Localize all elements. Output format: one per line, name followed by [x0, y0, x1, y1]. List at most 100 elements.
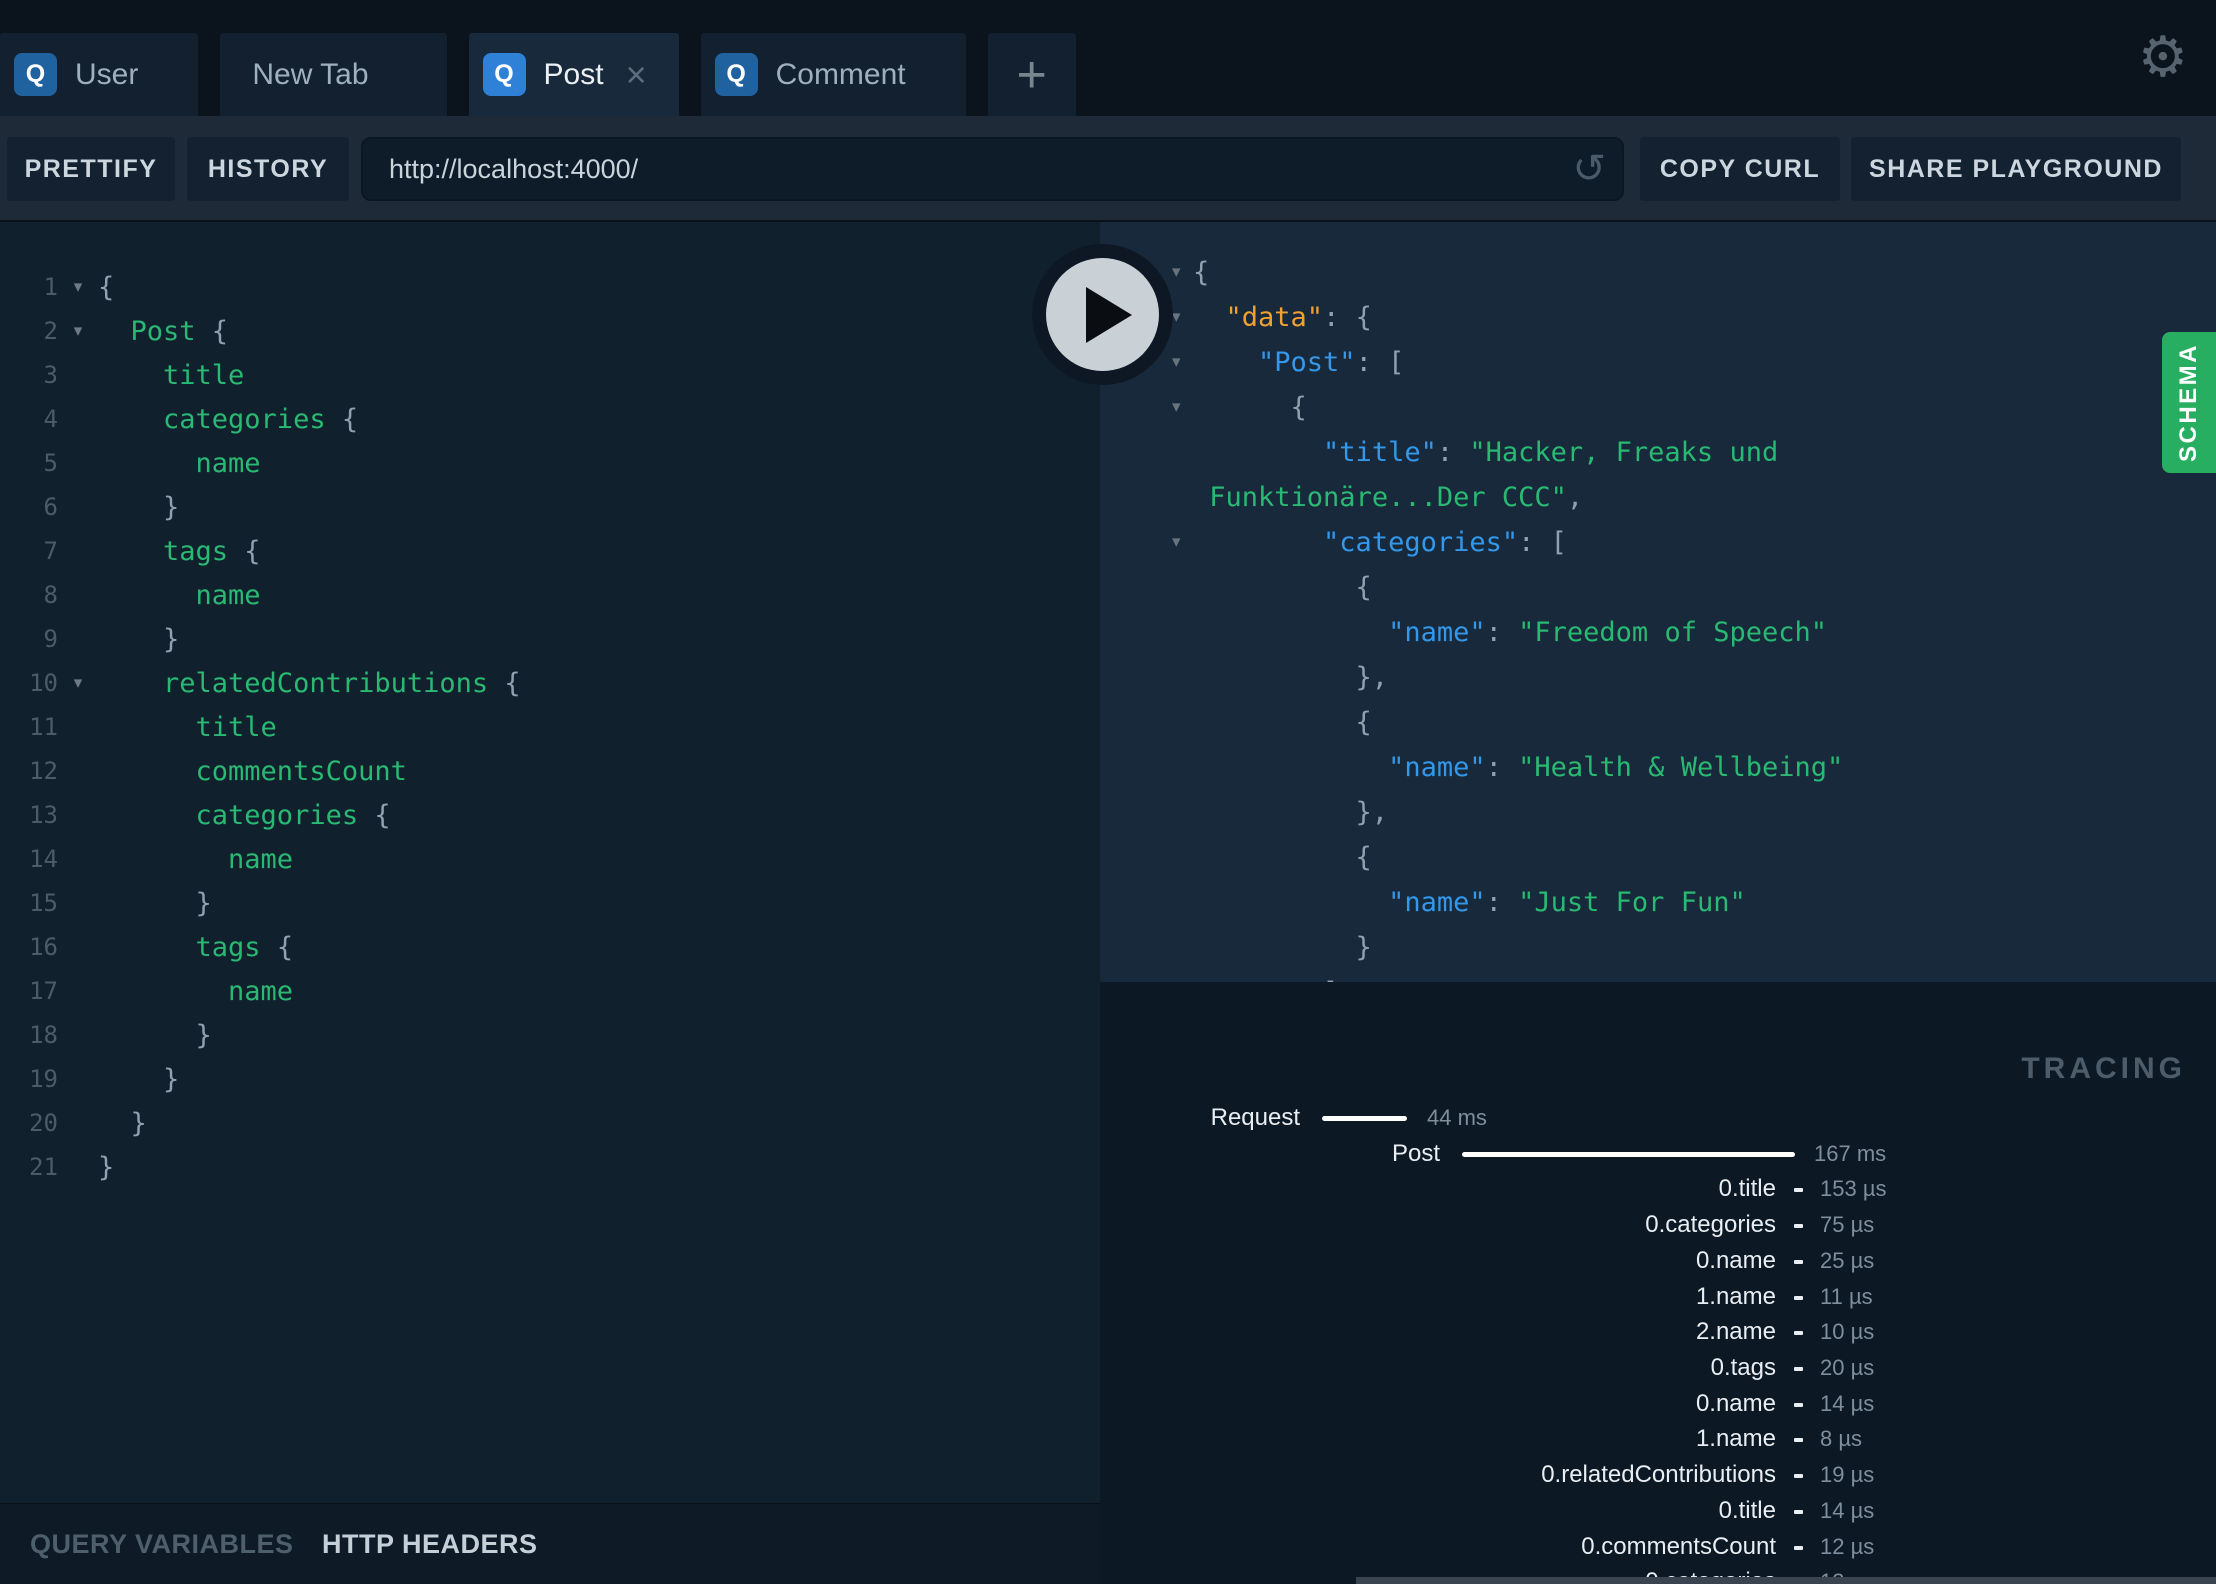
tracing-label: 2.name: [1695, 1318, 1776, 1345]
code-segment: : [: [1518, 527, 1567, 558]
line-number: 17: [29, 977, 58, 1005]
collapse-arrow-icon[interactable]: ▾: [1172, 520, 1181, 565]
line-number: 12: [29, 757, 58, 785]
http-headers-tab[interactable]: HTTP HEADERS: [322, 1504, 538, 1584]
response-line: {: [1100, 700, 2216, 745]
query-badge-icon: Q: [14, 53, 57, 96]
execute-query-button[interactable]: [1032, 244, 1173, 385]
endpoint-url-input[interactable]: [361, 137, 1624, 201]
tracing-duration-dash: [1794, 1510, 1803, 1514]
tracing-label: Request: [1210, 1104, 1300, 1131]
tracing-row: 0.categories 75 µs: [1100, 1207, 2216, 1243]
tracing-row: Post 167 ms: [1100, 1136, 2216, 1172]
tab-new-tab[interactable]: New Tab: [220, 33, 447, 116]
line-number: 19: [29, 1065, 58, 1093]
editor-code: name: [98, 448, 261, 479]
editor-line: 15 }: [0, 881, 1100, 925]
code-segment: categories: [98, 799, 359, 831]
line-number: 6: [43, 493, 58, 521]
tracing-duration: 12 µs: [1820, 1534, 1875, 1559]
code-segment: "Hacker, Freaks und: [1469, 437, 1779, 468]
code-segment: relatedContributions: [98, 667, 489, 699]
line-number: 3: [43, 361, 58, 389]
schema-side-tab[interactable]: SCHEMA: [2162, 332, 2216, 473]
tab-comment[interactable]: Q Comment: [700, 33, 966, 116]
tracing-row: 0.title 153 µs: [1100, 1171, 2216, 1207]
code-segment: :: [1485, 617, 1519, 648]
editor-code: categories {: [98, 404, 358, 435]
editor-code: {: [98, 272, 114, 303]
toolbar: PRETTIFY HISTORY ↺ COPY CURL SHARE PLAYG…: [0, 116, 2216, 222]
editor-line: 4 categories {: [0, 397, 1100, 441]
code-segment: name: [98, 447, 261, 479]
code-segment: }: [98, 623, 180, 655]
add-tab-button[interactable]: +: [987, 33, 1076, 116]
query-variables-tab[interactable]: QUERY VARIABLES: [30, 1504, 294, 1584]
tracing-duration-bar: [1322, 1116, 1407, 1121]
tabs-strip: Q User New Tab Q Post × Q Comment +: [0, 33, 1076, 116]
response-line: ▾ {: [1100, 385, 2216, 430]
code-segment: {: [1193, 842, 1372, 873]
refresh-schema-icon[interactable]: ↺: [1572, 149, 1606, 189]
tracing-duration: 44 ms: [1427, 1105, 1487, 1130]
editor-line: 2 ▾ Post {: [0, 309, 1100, 353]
tracing-duration: 153 µs: [1820, 1176, 1887, 1201]
editor-line: 14 name: [0, 837, 1100, 881]
tracing-duration-dash: [1794, 1331, 1803, 1335]
tracing-duration-bar: [1462, 1152, 1795, 1157]
editor-code: }: [98, 1152, 114, 1183]
code-segment: {: [358, 799, 391, 831]
code-segment: tags: [98, 535, 229, 567]
editor-line: 1 ▾{: [0, 265, 1100, 309]
editor-line: 6 }: [0, 485, 1100, 529]
settings-gear-icon[interactable]: ⚙: [2138, 30, 2188, 86]
editor-line: 19 }: [0, 1057, 1100, 1101]
code-segment: }: [1193, 932, 1372, 963]
editor-bottom-bar: QUERY VARIABLES HTTP HEADERS: [0, 1503, 1100, 1584]
fold-caret-icon[interactable]: ▾: [58, 321, 98, 341]
tracing-duration: 19 µs: [1820, 1462, 1875, 1487]
response-viewer: ▾{▾ "data": {▾ "Post": [▾ { "title": "Ha…: [1100, 222, 2216, 982]
collapse-arrow-icon[interactable]: ▾: [1172, 295, 1181, 340]
line-number: 14: [29, 845, 58, 873]
collapse-arrow-icon[interactable]: ▾: [1172, 385, 1181, 430]
tracing-row: 0.title 14 µs: [1100, 1493, 2216, 1529]
line-number: 5: [43, 449, 58, 477]
tab-post[interactable]: Q Post ×: [468, 33, 679, 116]
code-segment: categories: [98, 403, 326, 435]
collapse-arrow-icon[interactable]: ▾: [1172, 340, 1181, 385]
history-button[interactable]: HISTORY: [187, 137, 349, 201]
editor-line: 8 name: [0, 573, 1100, 617]
line-number: 7: [43, 537, 58, 565]
line-number: 16: [29, 933, 58, 961]
editor-code: name: [98, 580, 261, 611]
line-number: 2: [43, 317, 58, 345]
tracing-label: 0.name: [1695, 1390, 1776, 1417]
collapse-arrow-icon[interactable]: ▾: [1172, 250, 1181, 295]
code-segment: },: [1193, 662, 1389, 693]
editor-line: 13 categories {: [0, 793, 1100, 837]
tab-label: Post: [543, 57, 604, 91]
response-line: {: [1100, 835, 2216, 880]
play-button-face: [1046, 258, 1159, 371]
response-line: Funktionäre...Der CCC",: [1100, 475, 2216, 520]
fold-caret-icon[interactable]: ▾: [58, 673, 98, 693]
code-segment: :: [1436, 437, 1470, 468]
tracing-title: TRACING: [2021, 1052, 2186, 1085]
code-segment: name: [98, 579, 261, 611]
horizontal-scrollbar[interactable]: [1356, 1577, 2216, 1584]
tracing-label: 0.relatedContributions: [1541, 1461, 1776, 1488]
prettify-button[interactable]: PRETTIFY: [7, 137, 175, 201]
code-segment: "name": [1388, 752, 1486, 783]
share-playground-button[interactable]: SHARE PLAYGROUND: [1851, 137, 2181, 201]
query-editor[interactable]: 1 ▾{2 ▾ Post {3 title 4 categories {5 name 6…: [0, 222, 1100, 1503]
tracing-label: 0.title: [1718, 1497, 1776, 1524]
copy-curl-button[interactable]: COPY CURL: [1640, 137, 1840, 201]
tracing-label: 0.commentsCount: [1581, 1533, 1776, 1560]
close-tab-icon[interactable]: ×: [626, 56, 647, 93]
fold-caret-icon[interactable]: ▾: [58, 277, 98, 297]
endpoint-url-wrap: ↺: [361, 137, 1624, 201]
tab-user[interactable]: Q User: [0, 33, 199, 116]
